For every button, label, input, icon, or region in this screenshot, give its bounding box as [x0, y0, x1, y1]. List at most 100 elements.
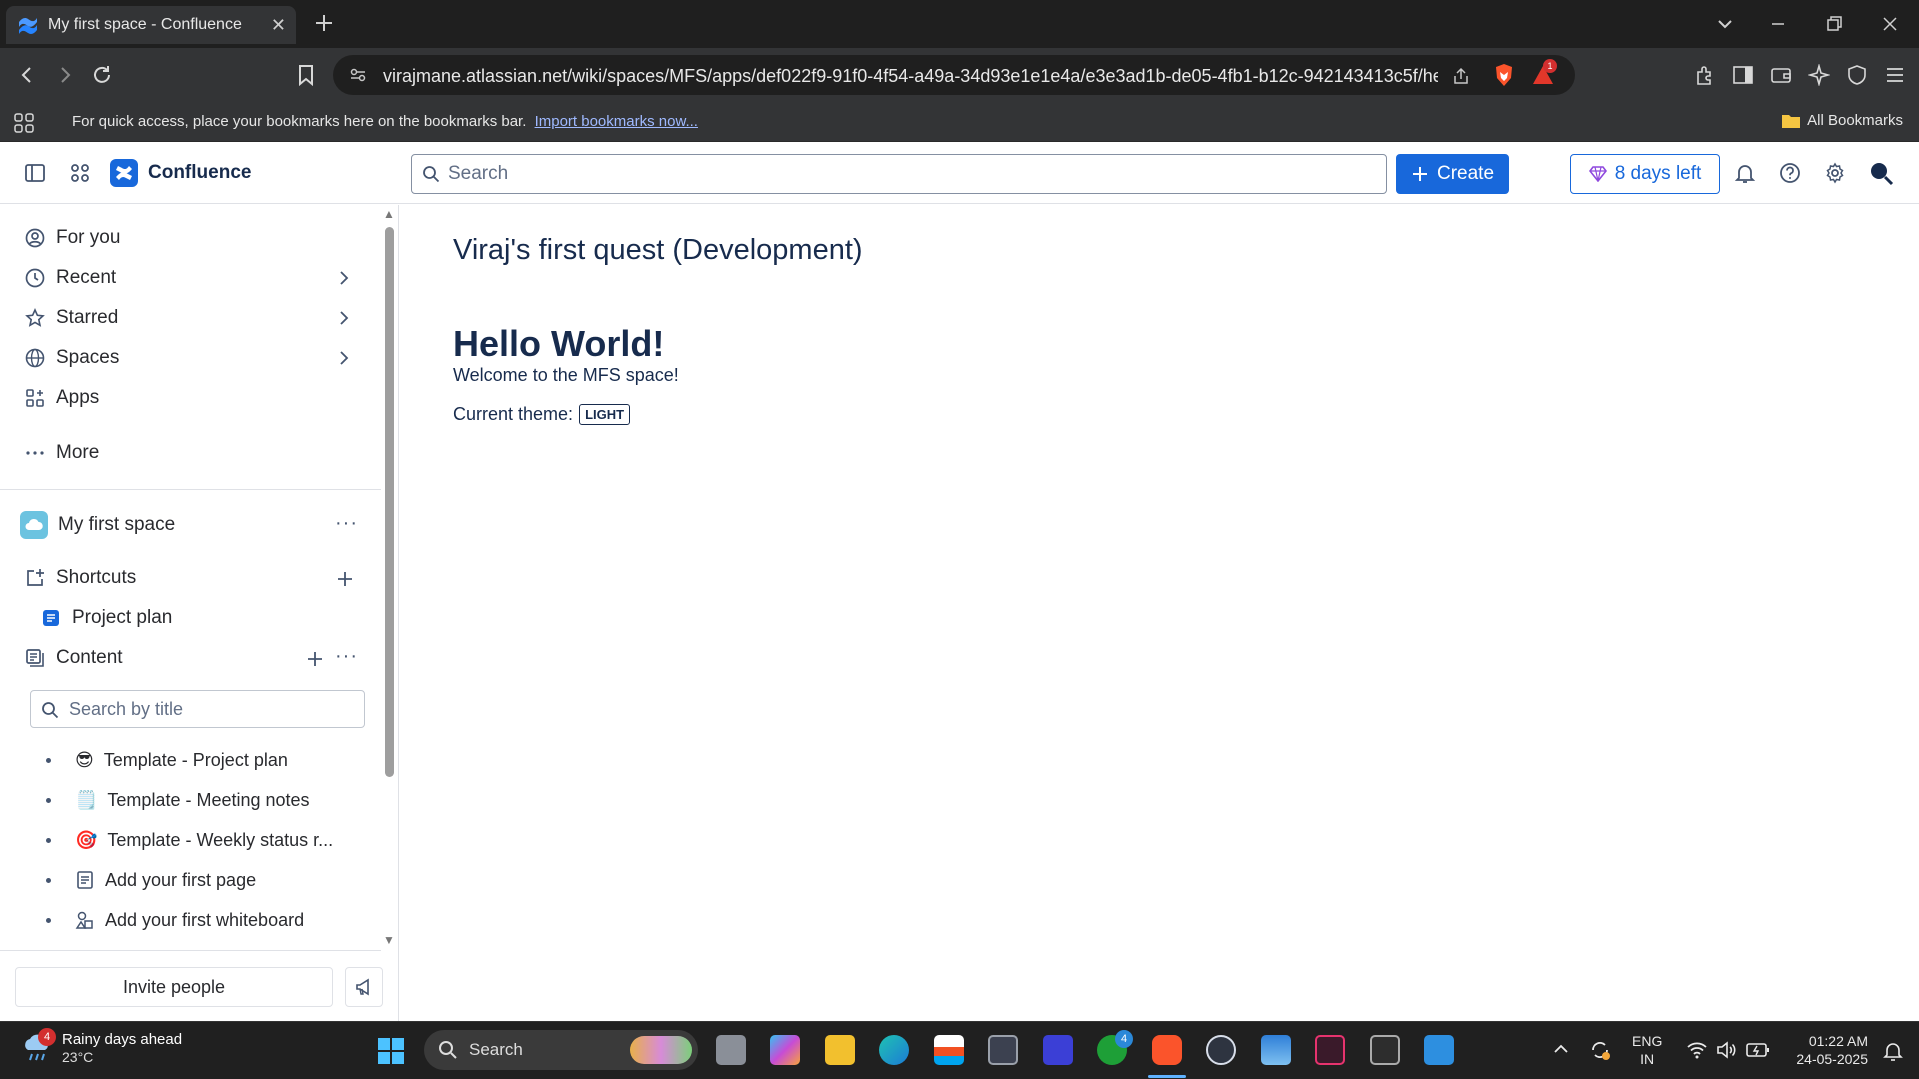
tree-item-meeting-notes[interactable]: 🗒️ Template - Meeting notes: [46, 785, 310, 815]
brave-browser-icon[interactable]: [1152, 1035, 1182, 1065]
url-text[interactable]: virajmane.atlassian.net/wiki/spaces/MFS/…: [383, 66, 1438, 87]
windows-taskbar: 4 Rainy days ahead 23°C Search 4 ENG IN …: [0, 1021, 1919, 1079]
bullet: [46, 837, 51, 843]
app-switcher-icon[interactable]: [69, 162, 91, 184]
apps-icon: [24, 388, 46, 408]
create-button[interactable]: Create: [1396, 154, 1509, 194]
reload-icon[interactable]: [91, 64, 113, 86]
user-avatar-icon[interactable]: [1868, 160, 1894, 186]
battery-icon[interactable]: [1746, 1041, 1770, 1059]
trial-button[interactable]: 8 days left: [1570, 154, 1720, 194]
sidebar-item-content[interactable]: Content: [24, 643, 123, 673]
copilot-icon[interactable]: [770, 1035, 800, 1065]
brave-shields-icon[interactable]: [1493, 63, 1515, 87]
volume-icon[interactable]: [1716, 1040, 1738, 1060]
electron-app-icon[interactable]: [1206, 1035, 1236, 1065]
notifications-bell-icon[interactable]: [1734, 162, 1756, 184]
spaces-chevron-right-icon[interactable]: [336, 350, 352, 366]
close-window-icon[interactable]: [1880, 14, 1900, 34]
global-search[interactable]: [411, 154, 1387, 194]
search-by-title-input[interactable]: [69, 699, 349, 720]
app-name[interactable]: Confluence: [148, 162, 251, 184]
extensions-icon[interactable]: [1694, 64, 1716, 86]
shortcut-project-plan[interactable]: Project plan: [40, 603, 172, 633]
back-icon[interactable]: [16, 64, 38, 86]
weather-title: Rainy days ahead: [62, 1031, 183, 1048]
terminal-icon[interactable]: [1370, 1035, 1400, 1065]
photos-icon[interactable]: [1261, 1035, 1291, 1065]
forward-icon[interactable]: [54, 64, 76, 86]
windows-start-icon[interactable]: [377, 1037, 405, 1065]
share-icon[interactable]: [1451, 66, 1471, 86]
leo-ai-icon[interactable]: [1808, 64, 1830, 86]
site-settings-icon[interactable]: [349, 66, 367, 84]
bookmark-icon[interactable]: [296, 64, 316, 86]
import-bookmarks-link[interactable]: Import bookmarks now...: [535, 113, 698, 130]
settings-gear-icon[interactable]: [1824, 162, 1846, 184]
file-explorer-icon[interactable]: [825, 1035, 855, 1065]
wifi-icon[interactable]: [1686, 1040, 1708, 1060]
recent-chevron-right-icon[interactable]: [336, 270, 352, 286]
sidebar-item-shortcuts[interactable]: Shortcuts: [24, 563, 136, 593]
tree-item-project-plan[interactable]: 😎 Template - Project plan: [46, 745, 288, 775]
sidebar-item-recent[interactable]: Recent: [24, 263, 116, 293]
xbox-icon[interactable]: 4: [1097, 1030, 1133, 1065]
sidebar-item-apps[interactable]: Apps: [24, 383, 99, 413]
new-tab-icon[interactable]: [311, 10, 337, 36]
add-shortcut-icon[interactable]: [337, 571, 353, 587]
weather-widget[interactable]: 4 Rainy days ahead 23°C: [22, 1028, 183, 1066]
clock-date: 24-05-2025: [1796, 1051, 1868, 1067]
all-bookmarks-button[interactable]: All Bookmarks: [1781, 112, 1903, 129]
invite-people-button[interactable]: Invite people: [15, 967, 333, 1007]
content-tree-search[interactable]: [30, 690, 365, 728]
space-name: My first space: [58, 514, 176, 535]
scroll-down-icon[interactable]: ▼: [383, 933, 395, 947]
feedback-button[interactable]: [345, 967, 383, 1007]
tree-item-add-page[interactable]: Add your first page: [46, 865, 256, 895]
language-indicator[interactable]: ENG IN: [1632, 1032, 1662, 1068]
tree-item-weekly-status[interactable]: 🎯 Template - Weekly status r...: [46, 825, 333, 855]
confluence-logo-icon[interactable]: [110, 159, 138, 187]
help-icon[interactable]: [1779, 162, 1801, 184]
menu-icon[interactable]: [1884, 64, 1906, 86]
sidebar-item-starred[interactable]: Starred: [24, 303, 118, 333]
scroll-up-icon[interactable]: ▲: [383, 207, 395, 221]
sidebar-toggle-icon[interactable]: [1732, 64, 1754, 86]
sync-icon[interactable]: [1588, 1038, 1612, 1062]
vpn-icon[interactable]: [1846, 64, 1868, 86]
space-more-icon[interactable]: ···: [335, 512, 358, 535]
content-more-icon[interactable]: ···: [335, 645, 358, 668]
restore-icon[interactable]: [1824, 14, 1844, 34]
minimize-icon[interactable]: [1768, 14, 1788, 34]
target-emoji-icon: 🎯: [75, 829, 98, 850]
store-icon[interactable]: [934, 1035, 964, 1065]
search-input[interactable]: [448, 163, 1348, 185]
taskbar-search[interactable]: Search: [424, 1030, 698, 1070]
sidebar-scroll-thumb[interactable]: [385, 227, 394, 777]
clock[interactable]: 01:22 AM 24-05-2025: [1788, 1032, 1868, 1068]
app-v-icon[interactable]: [1315, 1035, 1345, 1065]
browser-tab[interactable]: My first space - Confluence ✕: [6, 6, 296, 44]
sidebar-item-spaces[interactable]: Spaces: [24, 343, 119, 373]
show-hidden-icons-chevron-icon[interactable]: [1552, 1042, 1570, 1056]
sidebar-item-more[interactable]: More: [24, 438, 99, 468]
tab-search-chevron-icon[interactable]: [1715, 14, 1735, 34]
close-tab-icon[interactable]: ✕: [271, 15, 286, 36]
app-shield-icon[interactable]: [988, 1035, 1018, 1065]
sidebar-item-for-you[interactable]: For you: [24, 223, 120, 253]
apps-grid-icon[interactable]: [13, 112, 35, 134]
wallet-icon[interactable]: [1770, 64, 1792, 86]
brave-rewards-icon[interactable]: 1: [1531, 59, 1557, 87]
tree-item-add-whiteboard[interactable]: Add your first whiteboard: [46, 905, 304, 935]
collapse-sidebar-icon[interactable]: [24, 162, 46, 184]
add-content-icon[interactable]: [307, 651, 323, 667]
space-header[interactable]: My first space: [20, 510, 175, 540]
edge-icon[interactable]: [879, 1035, 909, 1065]
starred-chevron-right-icon[interactable]: [336, 310, 352, 326]
sidebar-footer-divider: [0, 950, 381, 951]
notification-center-icon[interactable]: [1882, 1040, 1904, 1062]
address-bar[interactable]: virajmane.atlassian.net/wiki/spaces/MFS/…: [333, 55, 1575, 95]
notepad-icon[interactable]: [1424, 1035, 1454, 1065]
task-view-icon[interactable]: [716, 1035, 746, 1065]
app-mv-icon[interactable]: [1043, 1035, 1073, 1065]
